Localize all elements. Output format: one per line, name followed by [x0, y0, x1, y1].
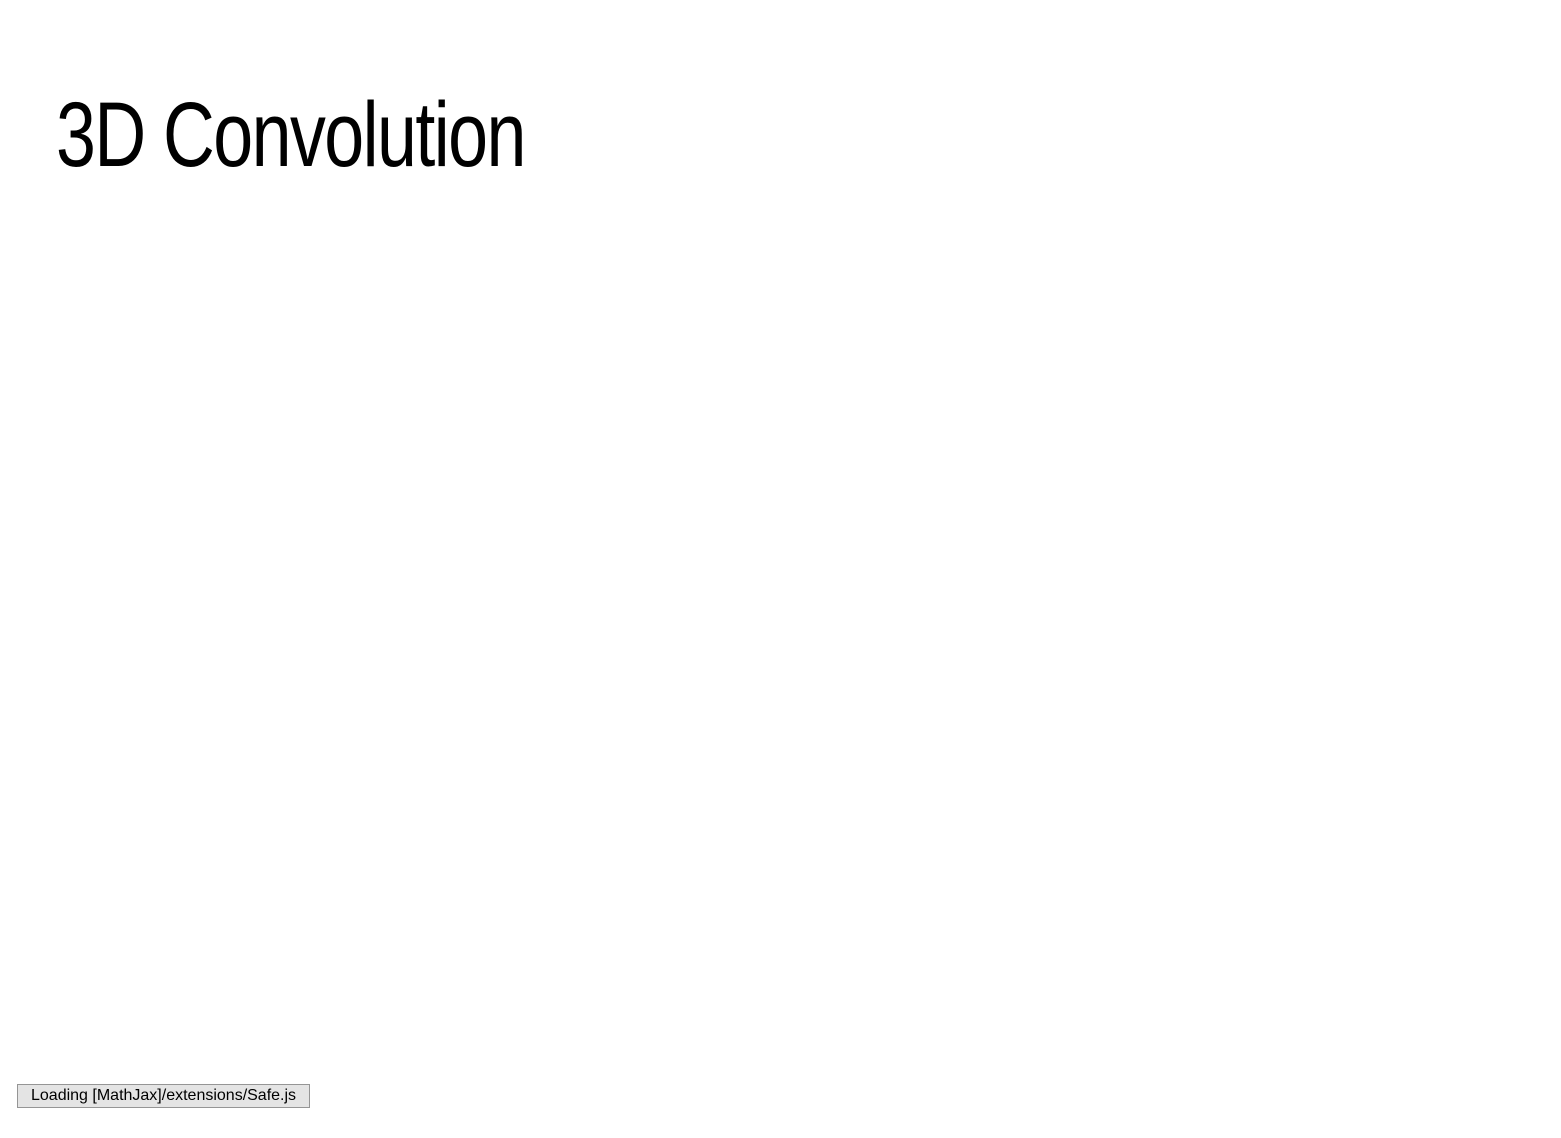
mathjax-loading-status: Loading [MathJax]/extensions/Safe.js — [17, 1084, 311, 1108]
page-title: 3D Convolution — [56, 84, 526, 186]
slide-page: 3D Convolution Loading [MathJax]/extensi… — [0, 0, 1561, 1138]
